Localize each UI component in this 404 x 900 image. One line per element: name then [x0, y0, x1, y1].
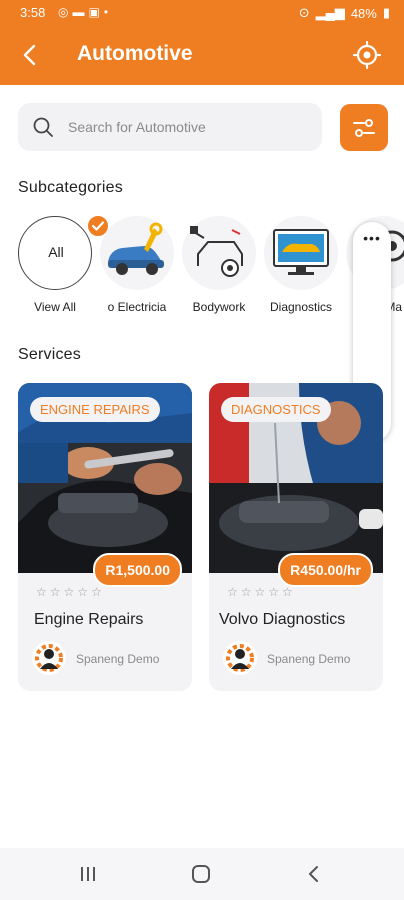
page-title: Automotive — [77, 42, 193, 65]
services-title: Services — [18, 346, 81, 363]
back-arrow-icon[interactable] — [16, 38, 46, 72]
subcategory-label: o Electricia — [107, 300, 167, 314]
bodywork-icon — [182, 216, 256, 290]
provider-avatar — [32, 641, 66, 675]
whatsapp-icon: ◎ — [58, 5, 73, 19]
filter-sliders-icon — [353, 119, 375, 137]
rating-stars: ☆☆☆☆☆ — [36, 585, 105, 599]
view-all-circle-text: All — [48, 244, 64, 260]
price-tag: R1,500.00 — [93, 553, 182, 587]
back-icon[interactable] — [302, 862, 326, 886]
notification-icons: ◎▬▣• — [58, 5, 112, 19]
service-image: ENGINE REPAIRS — [18, 383, 192, 573]
search-input[interactable]: Search for Automotive — [18, 103, 322, 151]
search-placeholder: Search for Automotive — [68, 119, 206, 135]
price-tag: R450.00/hr — [278, 553, 373, 587]
subcategory-label: View All — [34, 300, 76, 314]
service-title: Engine Repairs — [34, 611, 144, 628]
service-card-volvo-diagnostics[interactable]: DIAGNOSTICS R450.00/hr ☆☆☆☆☆ Volvo Diagn… — [209, 383, 383, 691]
search-icon — [32, 116, 54, 138]
subcategory-label: Bodywork — [192, 300, 246, 314]
subcategory-label: Diagnostics — [269, 300, 333, 314]
subcategory-list: All View All o Electricia Bodywork Diagn… — [0, 216, 404, 326]
app-bar: 3:58 ◎▬▣• ⊙ ▂▄▆ 48% ▮ Automotive — [0, 0, 404, 85]
category-badge: DIAGNOSTICS — [221, 397, 331, 422]
location-target-icon[interactable] — [352, 40, 382, 70]
rating-stars: ☆☆☆☆☆ — [227, 585, 296, 599]
service-title: Volvo Diagnostics — [219, 611, 346, 628]
provider-name: Spaneng Demo — [267, 652, 351, 666]
signal-icon: ▂▄▆ — [315, 5, 345, 20]
battery-level: 48% — [350, 5, 377, 21]
diagnostics-icon — [264, 216, 338, 290]
status-bar: 3:58 ◎▬▣• ⊙ ▂▄▆ 48% ▮ — [0, 0, 404, 26]
category-badge: ENGINE REPAIRS — [30, 397, 160, 422]
recents-icon[interactable] — [76, 862, 100, 886]
hotspot-icon: ⊙ — [298, 5, 310, 20]
filter-button[interactable] — [340, 104, 388, 151]
subcategories-title: Subcategories — [18, 179, 123, 196]
system-nav-bar — [0, 848, 404, 900]
auto-electrician-icon — [100, 216, 174, 290]
home-icon[interactable] — [189, 862, 213, 886]
service-image: DIAGNOSTICS — [209, 383, 383, 573]
service-card-engine-repairs[interactable]: ENGINE REPAIRS R1,500.00 ☆☆☆☆☆ Engine Re… — [18, 383, 192, 691]
dot-icon: • — [103, 5, 113, 19]
battery-icon: ▮ — [382, 5, 390, 20]
view-all-circle: All — [18, 216, 92, 290]
folder-icon: ▬ — [72, 5, 89, 19]
gallery-icon: ▣ — [88, 5, 104, 19]
more-icon[interactable]: ••• — [353, 230, 391, 246]
title-bar: Automotive — [0, 28, 404, 84]
provider-avatar — [223, 641, 257, 675]
provider-name: Spaneng Demo — [76, 652, 160, 666]
status-right: ⊙ ▂▄▆ 48% ▮ — [299, 5, 390, 21]
status-time: 3:58 — [20, 5, 46, 20]
